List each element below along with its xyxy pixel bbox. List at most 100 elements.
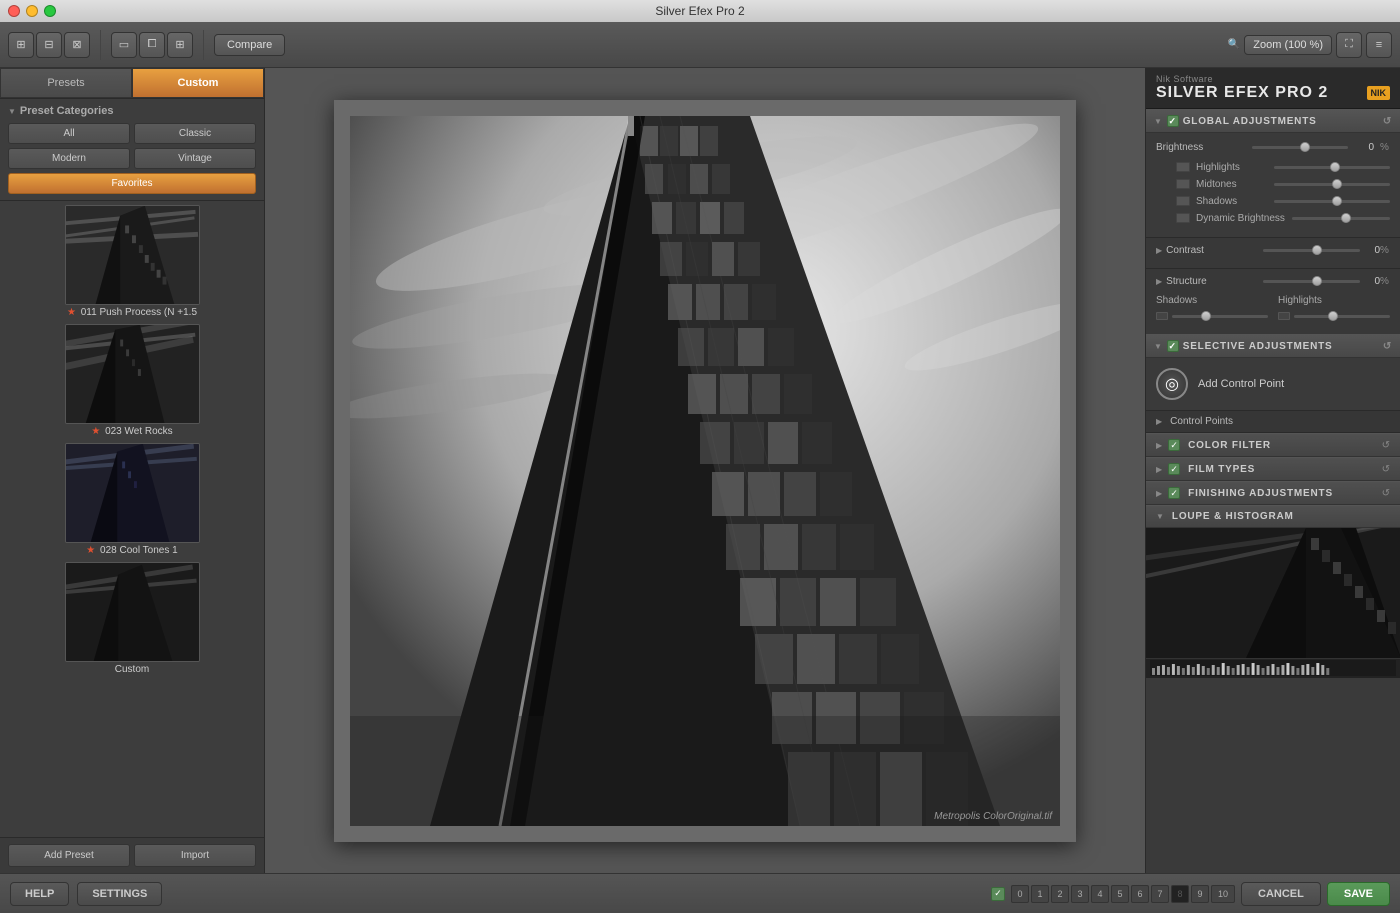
dynamic-brightness-thumb[interactable]	[1341, 213, 1351, 223]
dynamic-brightness-slider[interactable]	[1292, 212, 1390, 224]
cat-all[interactable]: All	[8, 123, 130, 144]
midtones-thumb[interactable]	[1332, 179, 1342, 189]
selective-adjustments-header[interactable]: ▼ ✓ SELECTIVE ADJUSTMENTS ↺	[1146, 334, 1400, 358]
num-box-0[interactable]: 0	[1011, 885, 1029, 903]
view-icon-3[interactable]: ⊠	[64, 32, 90, 58]
num-box-9[interactable]: 9	[1191, 885, 1209, 903]
global-adj-reset[interactable]: ↺	[1383, 116, 1392, 127]
compare-button[interactable]: Compare	[214, 34, 285, 56]
num-box-6[interactable]: 6	[1131, 885, 1149, 903]
shadows-row: Shadows	[1156, 195, 1390, 207]
cat-classic[interactable]: Classic	[134, 123, 256, 144]
add-preset-button[interactable]: Add Preset	[8, 844, 130, 867]
selective-adj-checkbox[interactable]: ✓	[1167, 340, 1179, 352]
shadows-thumb[interactable]	[1332, 196, 1342, 206]
contrast-label: Contrast	[1166, 245, 1263, 256]
save-button[interactable]: SAVE	[1327, 882, 1390, 906]
photo-canvas[interactable]: Metropolis ColorOriginal.tif	[350, 116, 1060, 826]
dynamic-brightness-track	[1292, 217, 1390, 220]
num-box-4[interactable]: 4	[1091, 885, 1109, 903]
view-icon-2[interactable]: ⊟	[36, 32, 62, 58]
bottom-checkbox[interactable]: ✓	[991, 887, 1005, 901]
layout-icon-1[interactable]: ▭	[111, 32, 137, 58]
preset-item-3[interactable]: ★ 028 Cool Tones 1	[4, 443, 260, 556]
add-control-point-button[interactable]: ◎	[1156, 368, 1188, 400]
brightness-slider[interactable]	[1252, 141, 1348, 153]
layout-icon-2[interactable]: ⧠	[139, 32, 165, 58]
midtones-slider[interactable]	[1274, 178, 1390, 190]
finishing-adjustments-section[interactable]: ▶ ✓ FINISHING ADJUSTMENTS ↺	[1146, 481, 1400, 505]
color-filter-section[interactable]: ▶ ✓ COLOR FILTER ↺	[1146, 433, 1400, 457]
midtones-row: Midtones	[1156, 178, 1390, 190]
histogram-strip	[1146, 658, 1400, 678]
right-panel: Nik Software SILVER EFEX PRO 2 NIK ▼ ✓ G…	[1145, 68, 1400, 873]
highlights-thumb[interactable]	[1330, 162, 1340, 172]
color-filter-reset[interactable]: ↺	[1382, 440, 1390, 451]
selective-adj-reset[interactable]: ↺	[1383, 341, 1392, 352]
settings-button[interactable]: SETTINGS	[77, 882, 162, 906]
dynamic-brightness-row: Dynamic Brightness	[1156, 212, 1390, 224]
layout-icon-3[interactable]: ⊞	[167, 32, 193, 58]
fullscreen-icon[interactable]: ⛶	[1336, 32, 1362, 58]
control-points-row[interactable]: ▶ Control Points	[1146, 410, 1400, 433]
tab-custom[interactable]: Custom	[132, 68, 264, 98]
preset-star-1: ★	[67, 307, 76, 318]
contrast-header[interactable]: ▶ Contrast 0 %	[1156, 238, 1390, 260]
global-adj-checkbox[interactable]: ✓	[1167, 115, 1179, 127]
finishing-adj-checkbox[interactable]: ✓	[1168, 487, 1180, 499]
left-panel: Presets Custom ▼ Preset Categories All C…	[0, 68, 265, 873]
settings-icon[interactable]: ≡	[1366, 32, 1392, 58]
contrast-thumb[interactable]	[1312, 245, 1322, 255]
structure-shadows-track	[1172, 315, 1268, 318]
zoom-selector[interactable]: Zoom (100 %)	[1244, 35, 1332, 55]
global-adj-arrow: ▼	[1154, 117, 1163, 126]
film-types-section[interactable]: ▶ ✓ FILM TYPES ↺	[1146, 457, 1400, 481]
structure-shadows-slider[interactable]	[1172, 310, 1268, 322]
brightness-thumb[interactable]	[1300, 142, 1310, 152]
preset-item-2[interactable]: ★ 023 Wet Rocks	[4, 324, 260, 437]
preset-item-1[interactable]: ★ 011 Push Process (N +1.5	[4, 205, 260, 318]
preset-thumb-1	[65, 205, 200, 305]
num-box-2[interactable]: 2	[1051, 885, 1069, 903]
shadows-slider[interactable]	[1274, 195, 1390, 207]
help-button[interactable]: HELP	[10, 882, 69, 906]
structure-slider[interactable]	[1263, 275, 1360, 287]
toolbar-sep-2	[203, 30, 204, 60]
color-filter-checkbox[interactable]: ✓	[1168, 439, 1180, 451]
left-bottom-buttons: Add Preset Import	[0, 837, 264, 873]
category-buttons: All Classic Modern Vintage Favorites	[8, 123, 256, 194]
structure-highlights-icon	[1278, 312, 1290, 320]
film-types-reset[interactable]: ↺	[1382, 464, 1390, 475]
film-types-checkbox[interactable]: ✓	[1168, 463, 1180, 475]
view-icon-1[interactable]: ⊞	[8, 32, 34, 58]
structure-highlights-group: Highlights	[1278, 295, 1390, 322]
cancel-button[interactable]: CANCEL	[1241, 882, 1321, 906]
maximize-button[interactable]	[44, 5, 56, 17]
cat-modern[interactable]: Modern	[8, 148, 130, 169]
contrast-slider[interactable]	[1263, 244, 1360, 256]
import-button[interactable]: Import	[134, 844, 256, 867]
close-button[interactable]	[8, 5, 20, 17]
loupe-histogram-section[interactable]: ▼ LOUPE & HISTOGRAM	[1146, 505, 1400, 528]
preset-item-4[interactable]: Custom	[4, 562, 260, 675]
num-box-7[interactable]: 7	[1151, 885, 1169, 903]
num-box-5[interactable]: 5	[1111, 885, 1129, 903]
num-box-1[interactable]: 1	[1031, 885, 1049, 903]
structure-thumb[interactable]	[1312, 276, 1322, 286]
global-adjustments-header[interactable]: ▼ ✓ GLOBAL ADJUSTMENTS ↺	[1146, 109, 1400, 133]
finishing-adj-reset[interactable]: ↺	[1382, 488, 1390, 499]
cat-favorites[interactable]: Favorites	[8, 173, 256, 194]
structure-highlights-track	[1294, 315, 1390, 318]
tab-presets[interactable]: Presets	[0, 68, 132, 98]
structure-header[interactable]: ▶ Structure 0 %	[1156, 269, 1390, 291]
structure-highlights-slider[interactable]	[1294, 310, 1390, 322]
num-box-3[interactable]: 3	[1071, 885, 1089, 903]
structure-highlights-thumb[interactable]	[1328, 311, 1338, 321]
minimize-button[interactable]	[26, 5, 38, 17]
cat-vintage[interactable]: Vintage	[134, 148, 256, 169]
num-box-10[interactable]: 10	[1211, 885, 1235, 903]
num-box-8[interactable]: 8	[1171, 885, 1189, 903]
structure-shadows-thumb[interactable]	[1201, 311, 1211, 321]
highlights-slider[interactable]	[1274, 161, 1390, 173]
control-points-arrow: ▶	[1156, 417, 1162, 426]
